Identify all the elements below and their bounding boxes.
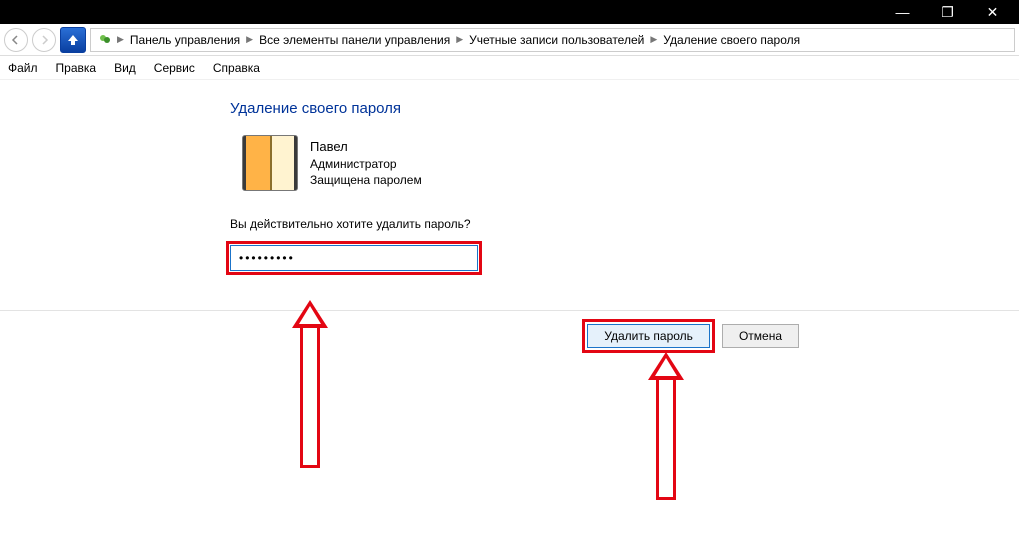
breadcrumb-item[interactable]: Панель управления [128, 33, 242, 47]
password-input[interactable] [230, 245, 478, 271]
menu-help[interactable]: Справка [213, 61, 260, 75]
forward-button[interactable] [32, 28, 56, 52]
breadcrumb-item[interactable]: Удаление своего пароля [661, 33, 802, 47]
dialog-footer: Удалить пароль Отмена [0, 310, 1019, 360]
page-title: Удаление своего пароля [230, 100, 1019, 117]
user-info-text: Павел Администратор Защищена паролем [310, 138, 422, 188]
chevron-right-icon: ▶ [246, 34, 253, 45]
annotation-arrow [292, 300, 328, 468]
delete-password-button[interactable]: Удалить пароль [587, 324, 710, 348]
password-field-wrapper [230, 245, 478, 271]
delete-button-wrapper: Удалить пароль [587, 324, 710, 348]
cancel-button[interactable]: Отмена [722, 324, 799, 348]
chevron-right-icon: ▶ [456, 34, 463, 45]
user-accounts-icon [97, 32, 113, 48]
user-role: Администратор [310, 156, 422, 172]
menu-edit[interactable]: Правка [56, 61, 97, 75]
user-info-block: Павел Администратор Защищена паролем [242, 135, 1019, 191]
breadcrumb[interactable]: ▶ Панель управления ▶ Все элементы панел… [90, 28, 1015, 52]
navigation-bar: ▶ Панель управления ▶ Все элементы панел… [0, 24, 1019, 56]
user-status: Защищена паролем [310, 172, 422, 188]
breadcrumb-item[interactable]: Учетные записи пользователей [467, 33, 646, 47]
menu-bar: Файл Правка Вид Сервис Справка [0, 56, 1019, 80]
menu-view[interactable]: Вид [114, 61, 136, 75]
page-content: Удаление своего пароля Павел Администрат… [0, 80, 1019, 271]
menu-service[interactable]: Сервис [154, 61, 195, 75]
chevron-right-icon: ▶ [650, 34, 657, 45]
maximize-button[interactable]: ❐ [925, 0, 970, 24]
annotation-arrow [648, 352, 684, 500]
back-button[interactable] [4, 28, 28, 52]
close-button[interactable]: ✕ [970, 0, 1015, 24]
minimize-button[interactable]: — [880, 0, 925, 24]
confirm-prompt: Вы действительно хотите удалить пароль? [230, 217, 1019, 231]
breadcrumb-item[interactable]: Все элементы панели управления [257, 33, 452, 47]
up-icon[interactable] [60, 27, 86, 53]
chevron-right-icon: ▶ [117, 34, 124, 45]
window-titlebar: — ❐ ✕ [0, 0, 1019, 24]
user-name: Павел [310, 138, 422, 156]
menu-file[interactable]: Файл [8, 61, 38, 75]
avatar [242, 135, 298, 191]
